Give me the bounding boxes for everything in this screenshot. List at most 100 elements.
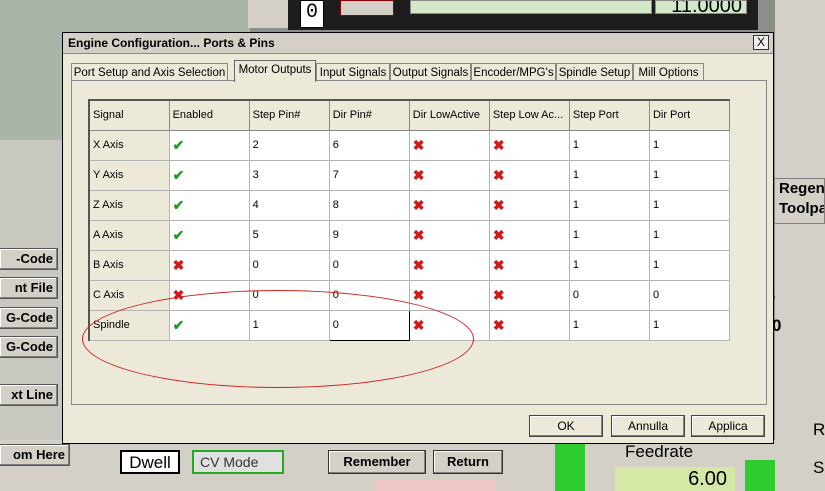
cell-step-pin[interactable]: 1 xyxy=(248,309,330,341)
cell-enabled[interactable]: ✔ xyxy=(168,159,250,191)
cell-step-low-active[interactable]: ✖ xyxy=(488,159,570,191)
close-button[interactable]: X xyxy=(753,35,769,50)
cell-enabled[interactable]: ✔ xyxy=(168,189,250,221)
cell-step-port[interactable]: 1 xyxy=(568,219,650,251)
column-header-step-port[interactable]: Step Port xyxy=(568,99,650,131)
side-button-from-here[interactable]: om Here xyxy=(0,444,70,466)
cell-step-low-active[interactable]: ✖ xyxy=(488,309,570,341)
row-header-signal[interactable]: Z Axis xyxy=(88,189,170,221)
cross-icon: ✖ xyxy=(412,286,425,303)
cell-enabled[interactable]: ✔ xyxy=(168,219,250,251)
column-header-dir-pin[interactable]: Dir Pin# xyxy=(328,99,410,131)
cell-dir-low-active[interactable]: ✖ xyxy=(408,249,490,281)
cell-step-pin[interactable]: 0 xyxy=(248,249,330,281)
cell-dir-low-active[interactable]: ✖ xyxy=(408,189,490,221)
cell-step-port[interactable]: 1 xyxy=(568,189,650,221)
regen-toolpath-button[interactable]: Regen Toolpa xyxy=(774,178,825,224)
cell-dir-low-active[interactable]: ✖ xyxy=(408,159,490,191)
cross-icon: ✖ xyxy=(492,166,505,183)
cell-step-pin[interactable]: 3 xyxy=(248,159,330,191)
cell-step-pin[interactable]: 2 xyxy=(248,129,330,161)
side-button-gcode[interactable]: -Code xyxy=(0,248,58,270)
dialog-titlebar[interactable]: Engine Configuration... Ports & Pins X xyxy=(63,33,773,54)
cell-dir-low-active[interactable]: ✖ xyxy=(408,129,490,161)
side-button-gcode-2[interactable]: G-Code xyxy=(0,307,58,329)
row-header-signal[interactable]: B Axis xyxy=(88,249,170,281)
ok-button[interactable]: OK xyxy=(529,415,603,437)
table-row[interactable]: X Axis ✔ 2 6 ✖ ✖ 1 1 xyxy=(88,129,731,161)
tab-mill-options[interactable]: Mill Options xyxy=(633,63,704,81)
cell-enabled[interactable]: ✔ xyxy=(168,129,250,161)
cell-enabled[interactable]: ✖ xyxy=(168,249,250,281)
column-header-signal[interactable]: Signal xyxy=(88,99,170,131)
cell-dir-pin[interactable]: 8 xyxy=(328,189,410,221)
column-header-dir-low-active[interactable]: Dir LowActive xyxy=(408,99,490,131)
cross-icon: ✖ xyxy=(492,256,505,273)
cell-step-low-active[interactable]: ✖ xyxy=(488,219,570,251)
table-row[interactable]: Spindle ✔ 1 0 ✖ ✖ 1 1 xyxy=(88,309,731,341)
cell-dir-port[interactable]: 1 xyxy=(648,129,731,161)
cell-step-pin[interactable]: 5 xyxy=(248,219,330,251)
cell-dir-port[interactable]: 1 xyxy=(648,189,731,221)
column-header-step-pin[interactable]: Step Pin# xyxy=(248,99,330,131)
apply-button[interactable]: Applica xyxy=(691,415,765,437)
column-header-enabled[interactable]: Enabled xyxy=(168,99,250,131)
row-header-signal[interactable]: X Axis xyxy=(88,129,170,161)
cell-dir-pin[interactable]: 0 xyxy=(328,279,410,311)
column-header-dir-port[interactable]: Dir Port xyxy=(648,99,731,131)
cell-enabled[interactable]: ✖ xyxy=(168,279,250,311)
row-header-signal[interactable]: Y Axis xyxy=(88,159,170,191)
tab-input-signals[interactable]: Input Signals xyxy=(316,63,390,81)
cell-step-pin[interactable]: 0 xyxy=(248,279,330,311)
column-header-step-low-active[interactable]: Step Low Ac... xyxy=(488,99,570,131)
cell-dir-low-active[interactable]: ✖ xyxy=(408,279,490,311)
tab-output-signals[interactable]: Output Signals xyxy=(390,63,471,81)
cell-dir-low-active[interactable]: ✖ xyxy=(408,309,490,341)
motor-outputs-grid: Signal Enabled Step Pin# Dir Pin# Dir Lo… xyxy=(88,99,731,341)
cell-step-port[interactable]: 0 xyxy=(568,279,650,311)
cell-enabled[interactable]: ✔ xyxy=(168,309,250,341)
row-header-signal[interactable]: Spindle xyxy=(88,309,170,341)
cell-dir-port[interactable]: 1 xyxy=(648,309,731,341)
table-row[interactable]: Z Axis ✔ 4 8 ✖ ✖ 1 1 xyxy=(88,189,731,221)
remember-button[interactable]: Remember xyxy=(328,450,426,474)
table-row[interactable]: B Axis ✖ 0 0 ✖ ✖ 1 1 xyxy=(88,249,731,281)
tab-encoder-mpg[interactable]: Encoder/MPG's xyxy=(471,63,556,81)
cell-step-port[interactable]: 1 xyxy=(568,249,650,281)
cell-step-low-active[interactable]: ✖ xyxy=(488,189,570,221)
cell-step-low-active[interactable]: ✖ xyxy=(488,129,570,161)
cell-dir-port[interactable]: 1 xyxy=(648,219,731,251)
side-button-gcode-3[interactable]: G-Code xyxy=(0,336,58,358)
tab-spindle-setup[interactable]: Spindle Setup xyxy=(556,63,633,81)
return-button[interactable]: Return xyxy=(433,450,503,474)
table-row[interactable]: A Axis ✔ 5 9 ✖ ✖ 1 1 xyxy=(88,219,731,251)
row-header-signal[interactable]: A Axis xyxy=(88,219,170,251)
tab-motor-outputs[interactable]: Motor Outputs xyxy=(234,60,316,82)
cell-step-port[interactable]: 1 xyxy=(568,309,650,341)
cell-step-port[interactable]: 1 xyxy=(568,159,650,191)
cell-dir-port[interactable]: 1 xyxy=(648,159,731,191)
cell-step-port[interactable]: 1 xyxy=(568,129,650,161)
side-button-file[interactable]: nt File xyxy=(0,277,58,299)
cell-step-low-active[interactable]: ✖ xyxy=(488,279,570,311)
cancel-button[interactable]: Annulla xyxy=(611,415,685,437)
cell-dir-pin[interactable]: 9 xyxy=(328,219,410,251)
toolpath-label: Toolpa xyxy=(779,200,825,217)
cross-icon: ✖ xyxy=(412,226,425,243)
tab-port-setup[interactable]: Port Setup and Axis Selection xyxy=(71,63,228,81)
row-header-signal[interactable]: C Axis xyxy=(88,279,170,311)
cell-dir-port[interactable]: 1 xyxy=(648,249,731,281)
dialog-title: Engine Configuration... Ports & Pins xyxy=(68,36,275,50)
cell-dir-pin[interactable]: 0 xyxy=(328,249,410,281)
cell-dir-pin[interactable]: 6 xyxy=(328,129,410,161)
table-row[interactable]: C Axis ✖ 0 0 ✖ ✖ 0 0 xyxy=(88,279,731,311)
cell-dir-pin[interactable]: 7 xyxy=(328,159,410,191)
cell-step-pin[interactable]: 4 xyxy=(248,189,330,221)
cell-dir-low-active[interactable]: ✖ xyxy=(408,219,490,251)
table-row[interactable]: Y Axis ✔ 3 7 ✖ ✖ 1 1 xyxy=(88,159,731,191)
cell-step-low-active[interactable]: ✖ xyxy=(488,249,570,281)
cell-dir-port[interactable]: 0 xyxy=(648,279,731,311)
cell-dir-pin[interactable]: 0 xyxy=(328,309,410,341)
right-letter-r: R xyxy=(813,420,825,439)
side-button-next-line[interactable]: xt Line xyxy=(0,384,58,406)
